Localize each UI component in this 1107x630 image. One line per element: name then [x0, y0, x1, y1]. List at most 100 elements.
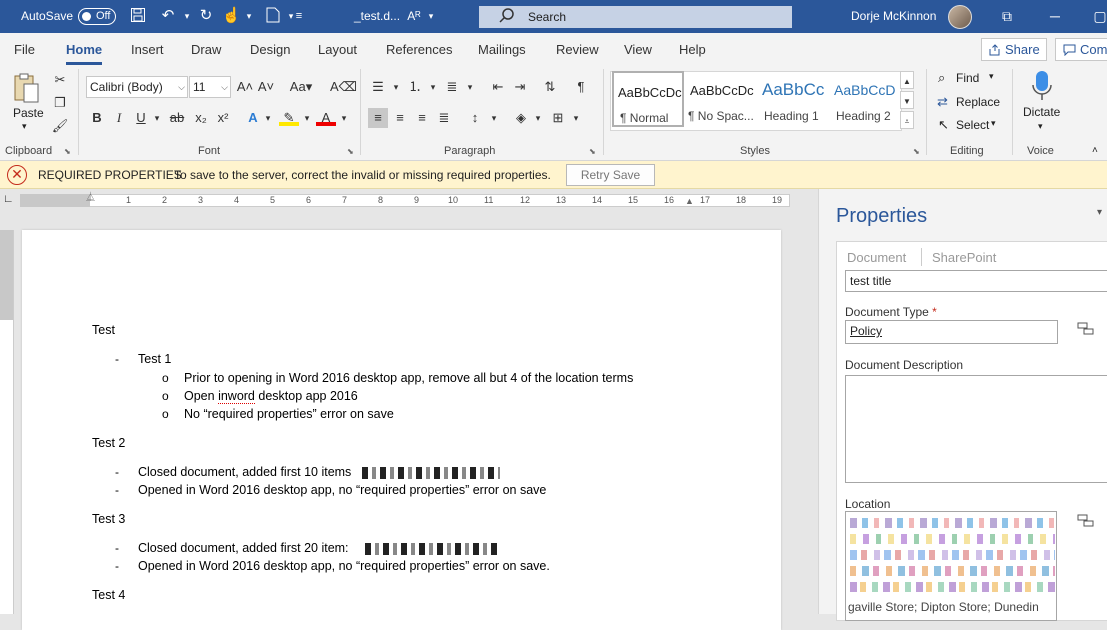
paste-label[interactable]: Paste [13, 106, 44, 120]
retry-save-button[interactable]: Retry Save [566, 164, 655, 186]
copy-icon[interactable]: ❐ [50, 93, 70, 113]
tab-draw[interactable]: Draw [191, 42, 221, 57]
bullets-icon[interactable]: ☰ [368, 77, 388, 97]
undo-icon[interactable]: ↶ [159, 7, 177, 25]
accessibility-icon[interactable]: Aᴿ [405, 7, 423, 25]
misspelled-word[interactable]: inword [218, 389, 255, 404]
tab-review[interactable]: Review [556, 42, 599, 57]
line-spacing-icon[interactable]: ↕ [465, 108, 485, 128]
horizontal-ruler[interactable]: ∟ ⏅ ▲ 1 2 3 4 5 6 7 8 9 10 11 12 13 14 1… [0, 189, 818, 211]
style-no-spacing[interactable]: AaBbCcDc ¶ No Spac... [686, 71, 758, 127]
multilevel-dropdown-icon[interactable]: ▾ [460, 77, 480, 97]
style-heading-1[interactable]: AaBbCc Heading 1 [758, 71, 830, 127]
select-icon[interactable]: ↖ [938, 117, 949, 133]
align-left-icon[interactable]: ≡ [368, 108, 388, 128]
avatar[interactable] [948, 5, 972, 29]
align-right-icon[interactable]: ≡ [412, 108, 432, 128]
maximize-icon[interactable]: ▢ [1088, 6, 1107, 26]
cut-icon[interactable]: ✂ [50, 70, 70, 90]
clear-formatting-icon[interactable]: A⌫ [330, 77, 357, 97]
right-indent-icon[interactable]: ▲ [685, 196, 694, 206]
styles-scroll-down-icon[interactable]: ▼ [900, 91, 914, 109]
indent-marker-icon[interactable]: ⏅ [86, 190, 95, 203]
ribbon-display-icon[interactable]: ⧉ [995, 6, 1019, 26]
search-box[interactable]: Search [479, 6, 792, 28]
new-document-icon[interactable] [264, 7, 282, 25]
find-label[interactable]: Find [956, 71, 979, 85]
show-formatting-icon[interactable]: ¶ [571, 77, 591, 97]
location-field[interactable]: gaville Store; Dipton Store; Dunedin [845, 511, 1057, 621]
shrink-font-icon[interactable]: A˅ [256, 77, 276, 97]
clipboard-launcher-icon[interactable]: ⬊ [64, 147, 71, 156]
shading-dropdown-icon[interactable]: ▾ [528, 108, 548, 128]
borders-dropdown-icon[interactable]: ▾ [566, 108, 586, 128]
tab-references[interactable]: References [386, 42, 452, 57]
underline-dropdown-icon[interactable]: ▾ [147, 108, 167, 128]
comments-button[interactable]: Com [1055, 38, 1107, 61]
justify-icon[interactable]: ≣ [434, 108, 454, 128]
font-launcher-icon[interactable]: ⬊ [347, 147, 354, 156]
tab-home[interactable]: Home [66, 42, 103, 65]
paste-dropdown-icon[interactable]: ▾ [22, 121, 27, 132]
pane-options-icon[interactable]: ▾ [1097, 207, 1102, 218]
title-field[interactable]: test title [845, 270, 1107, 292]
redo-icon[interactable]: ↻ [197, 7, 215, 25]
style-normal[interactable]: AaBbCcDc ¶ Normal [612, 71, 684, 127]
grow-font-icon[interactable]: A˄ [235, 77, 255, 97]
font-size-combo[interactable]: 11 ⌵ [189, 76, 231, 98]
change-case-button[interactable]: Aa▾ [286, 77, 316, 97]
user-name[interactable]: Dorje McKinnon [851, 9, 936, 23]
highlight-dropdown-icon[interactable]: ▾ [297, 108, 317, 128]
text-effects-dropdown-icon[interactable]: ▾ [258, 108, 278, 128]
styles-more-icon[interactable]: ⩡ [900, 111, 914, 129]
font-name-combo[interactable]: Calibri (Body) ⌵ [86, 76, 188, 98]
term-picker-icon[interactable] [1077, 514, 1095, 528]
italic-icon[interactable]: I [109, 108, 129, 128]
tab-sharepoint[interactable]: SharePoint [932, 250, 996, 265]
document-name[interactable]: _test.d... [354, 9, 400, 23]
share-button[interactable]: Share [981, 38, 1047, 61]
replace-label[interactable]: Replace [956, 95, 1000, 109]
bullets-dropdown-icon[interactable]: ▾ [386, 77, 406, 97]
microphone-icon[interactable] [1031, 70, 1053, 102]
tab-selector-icon[interactable]: ∟ [3, 193, 14, 205]
borders-icon[interactable]: ⊞ [548, 108, 568, 128]
numbering-dropdown-icon[interactable]: ▾ [423, 77, 443, 97]
description-field[interactable] [845, 375, 1107, 483]
paragraph-launcher-icon[interactable]: ⬊ [589, 147, 596, 156]
tab-view[interactable]: View [624, 42, 652, 57]
undo-dropdown-icon[interactable]: ▾ [178, 7, 196, 25]
font-color-icon[interactable]: A [316, 108, 336, 126]
save-icon[interactable] [129, 7, 147, 25]
multilevel-list-icon[interactable]: ≣ [442, 77, 462, 97]
customize-toolbar-icon[interactable]: ≡ [290, 7, 308, 25]
decrease-indent-icon[interactable]: ⇤ [488, 77, 508, 97]
touch-dropdown-icon[interactable]: ▾ [240, 7, 258, 25]
find-icon[interactable]: ⌕ [938, 70, 945, 86]
subscript-icon[interactable]: x₂ [191, 108, 211, 128]
line-spacing-dropdown-icon[interactable]: ▾ [484, 108, 504, 128]
font-color-dropdown-icon[interactable]: ▾ [334, 108, 354, 128]
styles-launcher-icon[interactable]: ⬊ [913, 147, 920, 156]
collapse-ribbon-icon[interactable]: ˄ [1092, 145, 1098, 156]
dictate-dropdown-icon[interactable]: ▾ [1038, 121, 1043, 132]
sort-icon[interactable]: ⇅ [540, 77, 560, 97]
document-page[interactable]: Test - Test 1 o Prior to opening in Word… [22, 230, 781, 630]
select-label[interactable]: Select [956, 118, 989, 132]
format-painter-icon[interactable]: 🖌 [50, 116, 70, 136]
tab-help[interactable]: Help [679, 42, 706, 57]
term-picker-icon[interactable] [1077, 322, 1095, 336]
paste-icon[interactable] [12, 72, 42, 104]
tab-mailings[interactable]: Mailings [478, 42, 526, 57]
autosave-toggle[interactable]: Off [78, 8, 116, 25]
dictate-label[interactable]: Dictate [1023, 105, 1060, 119]
bold-icon[interactable]: B [87, 108, 107, 128]
doctype-field[interactable]: Policy [845, 320, 1058, 344]
minimize-icon[interactable]: ─ [1043, 6, 1067, 26]
tab-file[interactable]: File [14, 42, 35, 57]
touch-mode-icon[interactable]: ☝ [222, 7, 241, 25]
styles-scroll-up-icon[interactable]: ▲ [900, 71, 914, 89]
numbering-icon[interactable]: ⒈ [405, 77, 425, 97]
tab-layout[interactable]: Layout [318, 42, 357, 57]
tab-document[interactable]: Document [847, 250, 906, 265]
